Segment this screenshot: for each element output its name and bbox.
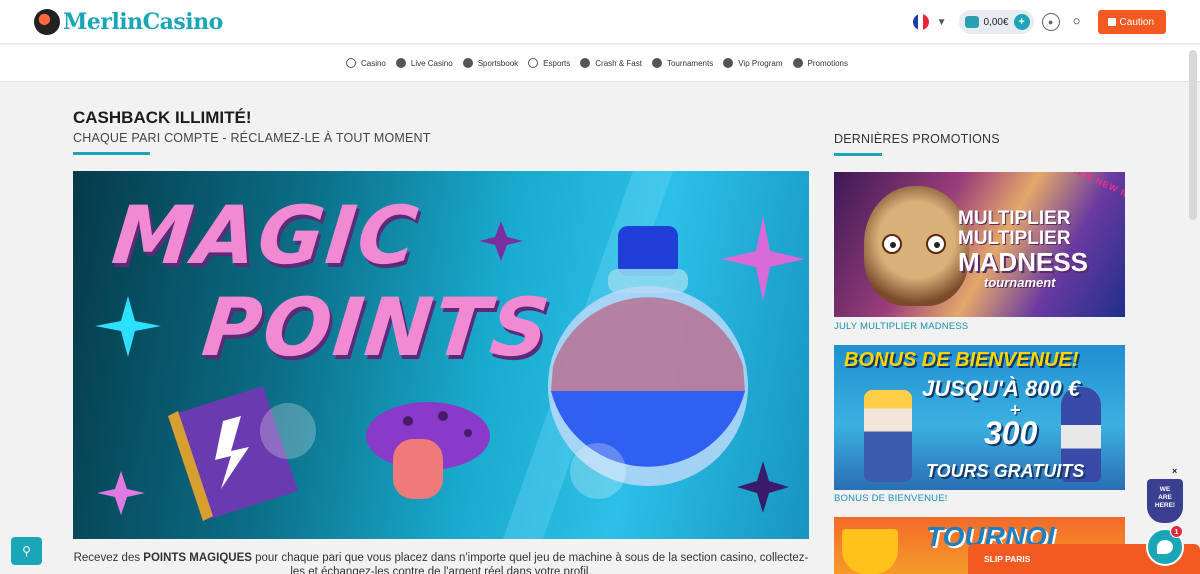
chat-unread-badge: 1 [1170, 525, 1183, 538]
description-bold: POINTS MAGIQUES [143, 552, 252, 564]
wizard-face-icon [864, 186, 969, 306]
promo-description: Recevez des POINTS MAGIQUES pour chaque … [73, 551, 809, 574]
banner-line-2: POINTS [198, 281, 556, 374]
trophy-icon [651, 58, 662, 68]
search-button[interactable]: ⚲ [11, 537, 42, 565]
description-text: pour chaque pari que vous placez dans n'… [251, 552, 809, 574]
casino-chip-icon [345, 58, 356, 68]
page-subtitle: CHAQUE PARI COMPTE - RÉCLAMEZ-LE À TOUT … [73, 131, 431, 145]
promo-heading: MULTIPLIER [958, 208, 1071, 229]
description-text: Recevez des [73, 552, 144, 564]
scrollbar[interactable] [1189, 50, 1197, 220]
balance-value: 0,00€ [983, 16, 1009, 28]
crown-icon [723, 58, 734, 68]
nav-item-tournaments[interactable]: Tournaments [651, 58, 714, 68]
promo-heading: MADNESS [958, 247, 1089, 277]
we-are-here-badge[interactable]: WE ARE HERE! [1147, 479, 1183, 523]
nav-label: Live Casino [410, 58, 453, 68]
header-actions: ▼ 0,00€ + ● ⚪ Caution [912, 10, 1166, 34]
trophy-icon [842, 529, 898, 574]
nav-item-vip-program[interactable]: Vip Program [723, 58, 783, 68]
promo-subheading: tournament [984, 275, 1056, 290]
promo-card-welcome-bonus[interactable]: BONUS DE BIENVENUE! JUSQU'À 800 € + 300 … [834, 345, 1125, 490]
sparkle-icon [721, 216, 805, 301]
new-ribbon: NEW NEW NE [1068, 172, 1125, 203]
nav-label: Promotions [807, 58, 849, 68]
potion-bottle-icon [548, 226, 748, 486]
nav-label: Esports [543, 58, 571, 68]
brand-name: MerlinCasino [63, 9, 223, 35]
bet-slip-label: SLIP PARIS [984, 554, 1031, 564]
caution-label: Caution [1119, 16, 1154, 28]
glow [260, 403, 316, 459]
promo-card-multiplier-madness[interactable]: NEW NEW NE MULTIPLIER MULTIPLIER MADNESS… [834, 172, 1125, 317]
promo-heading: JUSQU'À 800 € [922, 376, 1081, 401]
search-icon: ⚲ [22, 544, 31, 558]
badge-text: ARE [1158, 494, 1172, 501]
nav-label: Tournaments [666, 58, 714, 68]
glow [570, 443, 626, 499]
nav-label: Vip Program [738, 58, 783, 68]
promo-heading: TOURS GRATUITS [926, 461, 1085, 481]
mushroom-icon [366, 402, 490, 499]
live-icon [395, 58, 406, 68]
french-flag-icon[interactable] [912, 14, 929, 30]
nav-item-casino[interactable]: Casino [345, 58, 386, 68]
sparkle-icon [479, 221, 523, 261]
banner-line-1: MAGIC [108, 189, 424, 282]
rocket-icon [580, 58, 591, 68]
promo-heading: BONUS DE BIENVENUE! [844, 349, 1079, 371]
caution-button[interactable]: Caution [1097, 10, 1166, 34]
eye [882, 234, 902, 254]
add-funds-button[interactable]: + [1013, 14, 1030, 30]
close-icon[interactable]: × [1172, 466, 1177, 476]
eye [926, 234, 946, 254]
nav-item-esports[interactable]: Esports [528, 58, 570, 68]
chevron-down-icon[interactable]: ▼ [937, 17, 947, 28]
wallet-small-icon [1107, 18, 1116, 26]
user-icon[interactable]: ● [1041, 13, 1060, 31]
nav-label: Casino [360, 58, 386, 68]
sparkle-icon [737, 461, 789, 513]
chat-icon [1157, 540, 1173, 554]
nav-item-sportsbook[interactable]: Sportsbook [462, 58, 519, 68]
sparkle-icon [95, 296, 161, 357]
wizard-logo-icon [34, 9, 60, 35]
title-underline [834, 153, 882, 156]
bell-icon[interactable]: ⚪ [1068, 13, 1086, 31]
magic-points-banner: MAGIC POINTS [73, 171, 809, 539]
promo-heading: 300 [984, 415, 1038, 451]
king-character-icon [864, 390, 912, 482]
badge-text: HERE! [1154, 502, 1176, 509]
page-title: CASHBACK ILLIMITÉ! [73, 108, 252, 127]
logo[interactable]: MerlinCasino [34, 7, 223, 37]
nav-item-live-casino[interactable]: Live Casino [395, 58, 453, 68]
sparkle-icon [97, 471, 145, 515]
badge-text: WE [1159, 486, 1171, 493]
promo-caption[interactable]: JULY MULTIPLIER MADNESS [834, 321, 968, 332]
nav-item-promotions[interactable]: Promotions [792, 58, 849, 68]
ball-icon [462, 58, 473, 68]
wallet-icon [964, 16, 979, 28]
controller-icon [528, 58, 539, 68]
latest-promotions-title: DERNIÈRES PROMOTIONS [834, 132, 1000, 146]
nav-item-crash-fast[interactable]: Crash & Fast [580, 58, 642, 68]
nav-label: Crash & Fast [595, 58, 642, 68]
main-nav: Casino Live Casino Sportsbook Esports Cr… [0, 45, 1200, 82]
nav-label: Sportsbook [477, 58, 519, 68]
promo-caption[interactable]: BONUS DE BIENVENUE! [834, 493, 948, 504]
gift-icon [792, 58, 803, 68]
top-header: MerlinCasino ▼ 0,00€ + ● ⚪ Caution [0, 0, 1200, 44]
wallet-balance[interactable]: 0,00€ + [958, 10, 1034, 34]
title-underline [73, 152, 150, 155]
